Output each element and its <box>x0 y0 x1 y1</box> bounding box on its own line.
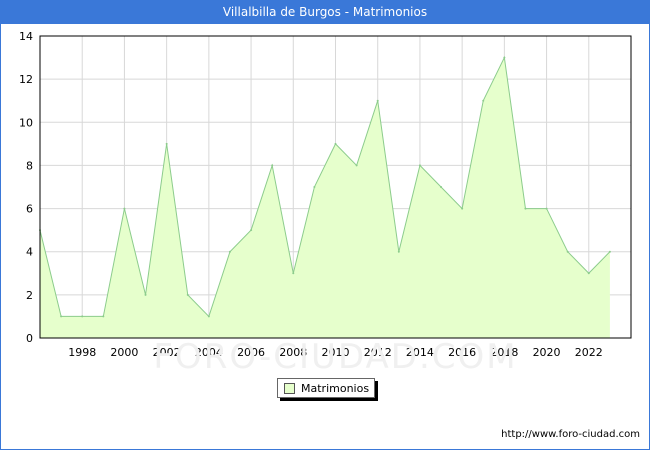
data-point <box>123 207 126 210</box>
watermark: FORO-CIUDAD.COM <box>153 337 517 377</box>
data-point <box>144 293 147 296</box>
data-point <box>228 250 231 253</box>
data-point <box>440 186 443 188</box>
data-point <box>207 315 210 318</box>
data-point <box>355 164 358 167</box>
y-tick-label: 2 <box>26 289 33 302</box>
y-tick-label: 10 <box>19 116 33 129</box>
data-point <box>587 272 590 275</box>
data-point <box>313 186 316 188</box>
y-tick-label: 0 <box>26 332 33 345</box>
data-point <box>60 315 63 318</box>
data-point <box>397 250 400 253</box>
data-point <box>461 207 464 210</box>
data-point <box>250 229 253 232</box>
data-point <box>566 250 569 253</box>
legend-swatch <box>284 382 295 394</box>
data-point <box>81 315 84 318</box>
x-tick-label: 2022 <box>575 346 603 359</box>
data-point <box>524 207 527 210</box>
data-point <box>186 293 189 296</box>
legend-label: Matrimonios <box>301 381 370 395</box>
data-point <box>334 142 337 145</box>
x-tick-label: 2000 <box>110 346 138 359</box>
source-url[interactable]: http://www.foro-ciudad.com <box>501 429 640 440</box>
data-point <box>271 164 274 167</box>
y-tick-label: 8 <box>26 159 33 172</box>
y-tick-label: 14 <box>19 30 33 43</box>
data-point <box>482 99 485 102</box>
y-tick-label: 12 <box>19 73 33 86</box>
y-tick-label: 4 <box>26 246 33 259</box>
x-tick-label: 1998 <box>68 346 96 359</box>
data-point <box>165 142 168 145</box>
y-tick-label: 6 <box>26 203 33 216</box>
data-point <box>376 99 379 102</box>
chart-frame: Villalbilla de Burgos - Matrimonios 0246… <box>0 0 650 450</box>
data-point <box>503 56 506 59</box>
data-point <box>292 272 295 275</box>
legend: Matrimonios <box>277 378 375 398</box>
data-point <box>418 164 421 167</box>
data-point <box>102 315 105 318</box>
data-point <box>545 207 548 210</box>
x-tick-label: 2020 <box>533 346 561 359</box>
data-point <box>608 250 611 253</box>
